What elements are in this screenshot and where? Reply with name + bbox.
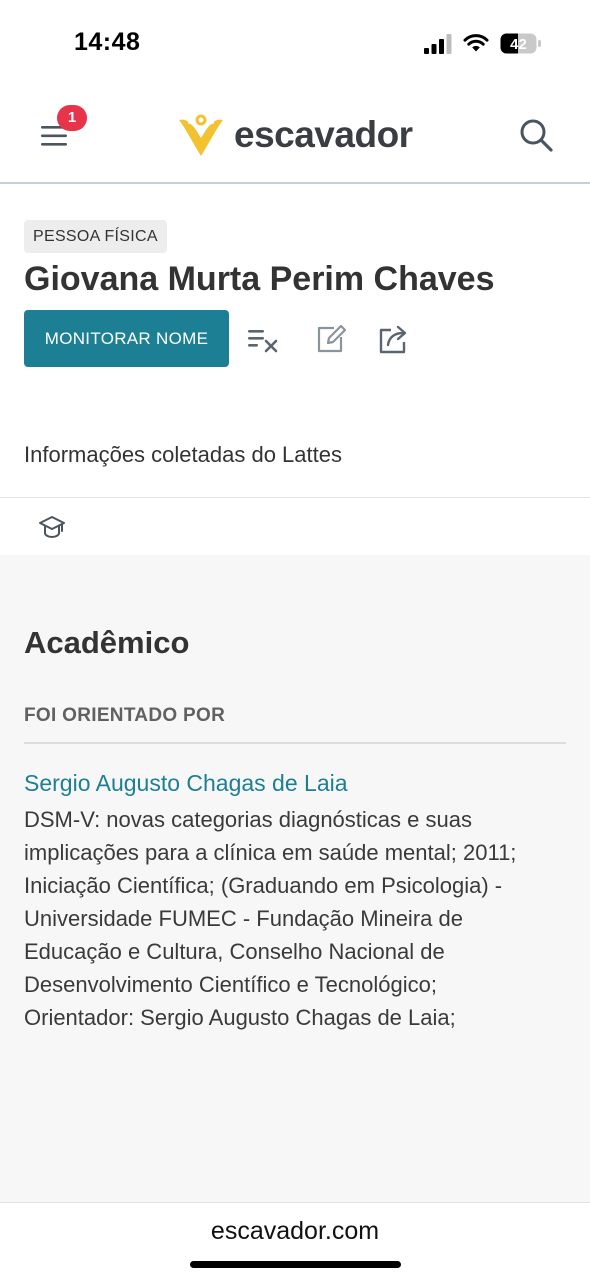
search-icon[interactable] <box>518 117 554 153</box>
browser-domain[interactable]: escavador.com <box>0 1217 590 1246</box>
battery-level: 42 <box>510 36 527 53</box>
edit-icon[interactable] <box>314 324 348 354</box>
app-header: 1 escavador <box>0 88 590 184</box>
academic-section: Acadêmico FOI ORIENTADO POR Sergio Augus… <box>0 555 590 1202</box>
person-type-badge: PESSOA FÍSICA <box>24 220 167 253</box>
status-time: 14:48 <box>74 28 141 56</box>
battery-icon: 42 <box>500 33 541 54</box>
section-title: Acadêmico <box>24 625 190 660</box>
person-name: Giovana Murta Perim Chaves <box>24 260 495 298</box>
profile-section: PESSOA FÍSICA Giovana Murta Perim Chaves… <box>0 184 590 497</box>
section-tabs <box>0 497 590 555</box>
advisor-link[interactable]: Sergio Augusto Chagas de Laia <box>24 770 348 797</box>
subsection-title: FOI ORIENTADO POR <box>24 705 226 726</box>
share-icon[interactable] <box>377 324 411 354</box>
divider <box>24 742 566 744</box>
browser-address-bar[interactable]: escavador.com <box>0 1202 590 1280</box>
home-indicator[interactable] <box>190 1261 401 1268</box>
wifi-icon <box>463 34 489 52</box>
logo-text: escavador <box>234 114 413 155</box>
notification-badge: 1 <box>57 105 87 131</box>
status-bar: 14:48 42 <box>0 0 590 88</box>
graduation-cap-icon[interactable] <box>38 514 66 540</box>
logo[interactable]: escavador <box>176 110 413 160</box>
signal-icon <box>424 34 452 54</box>
logo-icon <box>179 114 223 156</box>
advisor-description: DSM-V: novas categorias diagnósticas e s… <box>24 807 517 1030</box>
clear-list-icon[interactable] <box>246 324 280 354</box>
monitor-name-button[interactable]: MONITORAR NOME <box>24 310 229 367</box>
source-info: Informações coletadas do Lattes <box>24 442 342 467</box>
